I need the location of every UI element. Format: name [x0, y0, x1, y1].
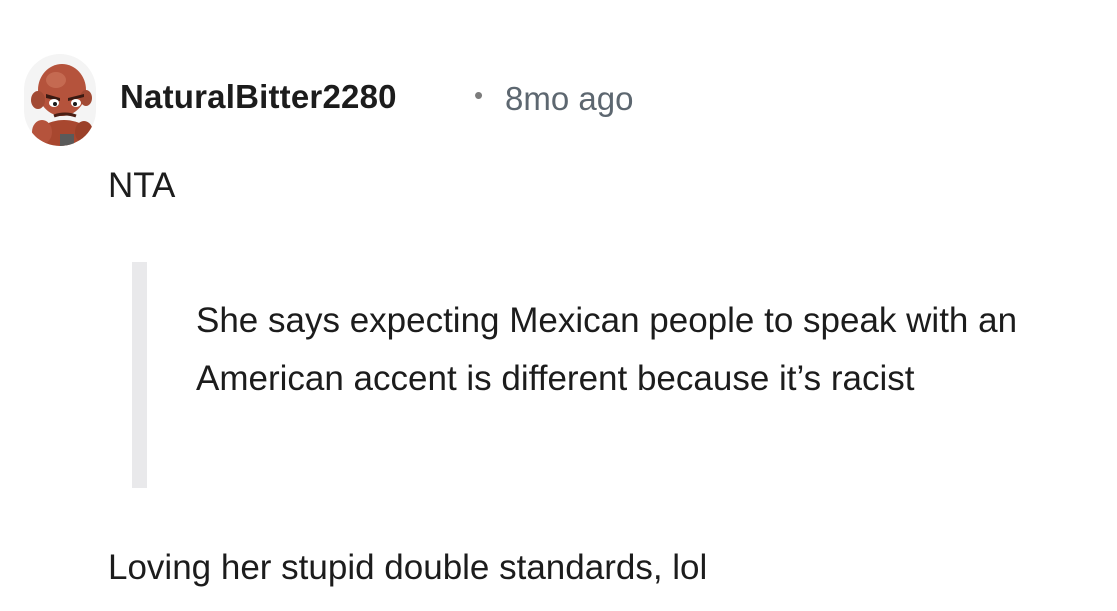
- avatar[interactable]: [24, 54, 96, 146]
- comment: NaturalBitter2280 • 8mo ago NTA She says…: [0, 0, 1117, 611]
- blockquote-text: She says expecting Mexican people to spe…: [196, 301, 1018, 398]
- blockquote-bar: [132, 262, 147, 488]
- meta-separator: •: [474, 80, 484, 110]
- timestamp-link[interactable]: 8mo ago: [505, 80, 633, 118]
- comment-body-first-line: NTA: [108, 166, 176, 205]
- username-link[interactable]: NaturalBitter2280: [120, 78, 397, 116]
- comment-body-last-line: Loving her stupid double standards, lol: [108, 548, 708, 587]
- snoo-avatar-icon: [24, 54, 96, 146]
